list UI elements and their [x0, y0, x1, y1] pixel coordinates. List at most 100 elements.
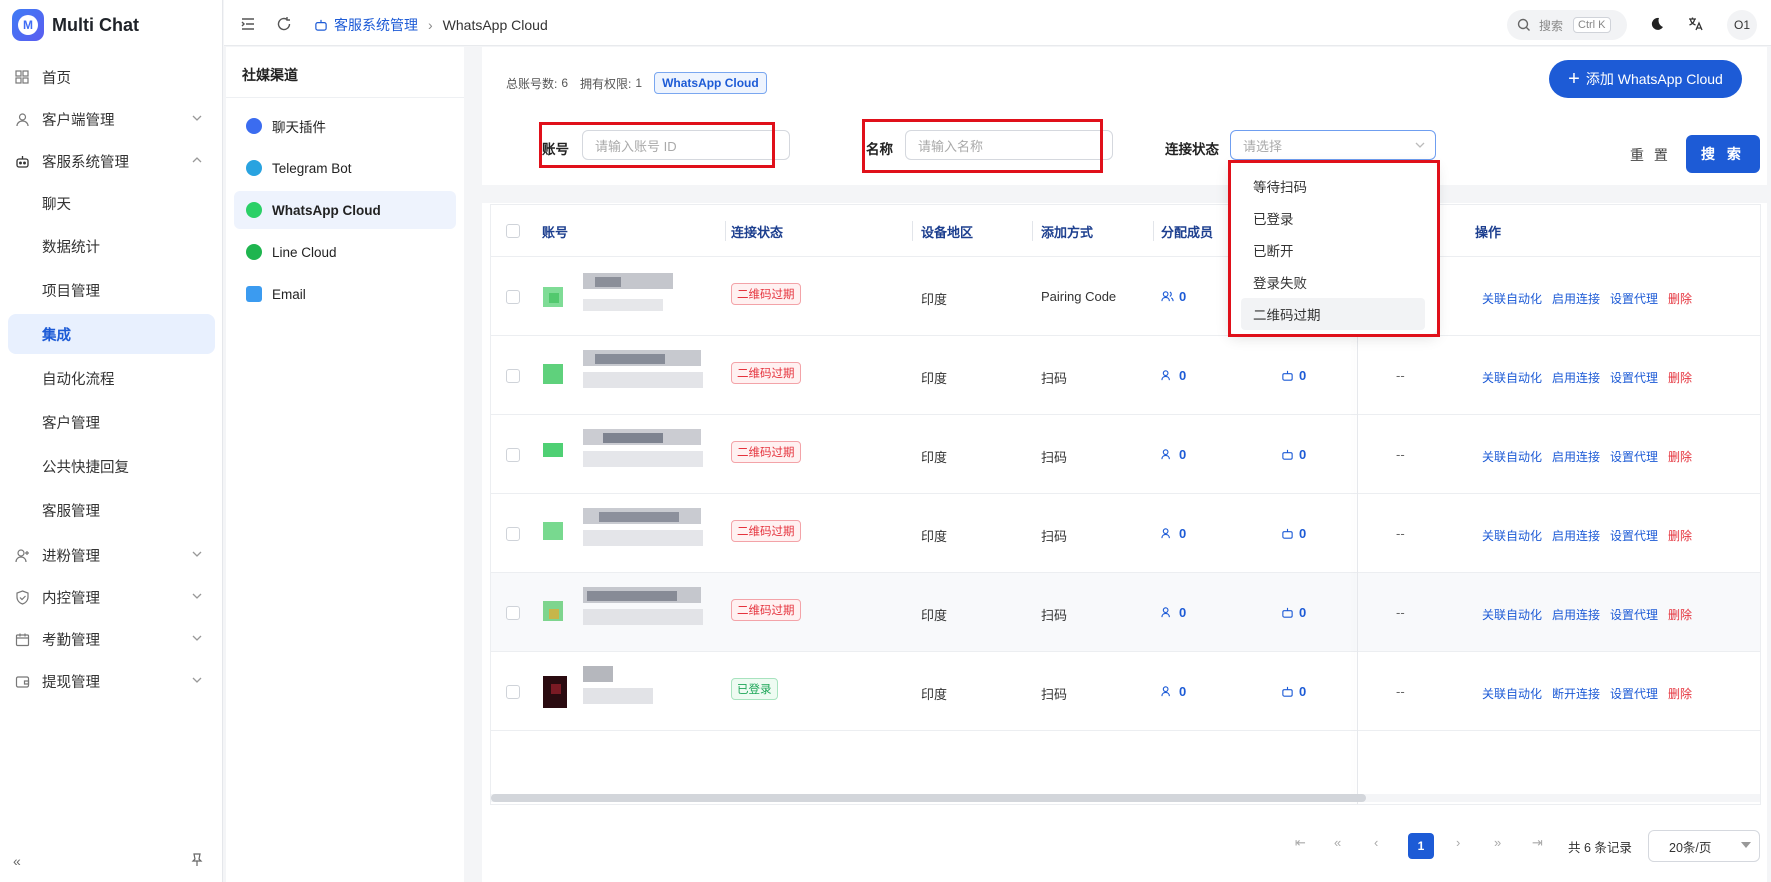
breadcrumb-parent[interactable]: 客服系统管理: [334, 15, 418, 35]
channel-whatsapp-cloud[interactable]: WhatsApp Cloud: [234, 191, 456, 229]
delete-button[interactable]: 删除: [1668, 290, 1692, 307]
row-checkbox[interactable]: [506, 369, 520, 383]
bots-count[interactable]: 0: [1281, 447, 1306, 462]
first-page-icon[interactable]: ⇤: [1295, 835, 1306, 851]
sidebar-item-projects[interactable]: 项目管理: [8, 270, 215, 310]
refresh-icon[interactable]: [276, 16, 292, 32]
brand[interactable]: M Multi Chat: [12, 8, 139, 42]
sidebar-item-withdrawal[interactable]: 提现管理: [8, 661, 215, 701]
horizontal-scrollbar[interactable]: [491, 794, 1760, 802]
sidebar-item-cs-system[interactable]: 客服系统管理: [8, 141, 215, 181]
members-count[interactable]: 0: [1161, 368, 1186, 383]
sidebar-item-customers[interactable]: 客户管理: [8, 402, 215, 442]
link-automation[interactable]: 关联自动化: [1482, 685, 1542, 702]
prev-page-icon[interactable]: ‹: [1374, 835, 1378, 850]
dark-mode-icon[interactable]: [1649, 16, 1665, 32]
enable-connection[interactable]: 启用连接: [1552, 527, 1600, 544]
delete-button[interactable]: 删除: [1668, 685, 1692, 702]
sidebar-item-client-mgmt[interactable]: 客户端管理: [8, 99, 215, 139]
enable-connection[interactable]: 启用连接: [1552, 448, 1600, 465]
set-proxy[interactable]: 设置代理: [1610, 685, 1658, 702]
sidebar-item-agents[interactable]: 客服管理: [8, 490, 215, 530]
channel-telegram-bot[interactable]: Telegram Bot: [234, 149, 456, 187]
enable-connection[interactable]: 启用连接: [1552, 369, 1600, 386]
sidebar-item-chat[interactable]: 聊天: [8, 183, 215, 223]
bots-count[interactable]: 0: [1281, 526, 1306, 541]
menu-fold-icon[interactable]: [240, 16, 256, 32]
sidebar-item-quick-reply[interactable]: 公共快捷回复: [8, 446, 215, 486]
region-cell: 印度: [921, 687, 948, 702]
members-count[interactable]: 0: [1161, 526, 1186, 541]
sidebar-item-internal-control[interactable]: 内控管理: [8, 577, 215, 617]
region-cell: 印度: [921, 292, 948, 307]
bots-count[interactable]: 0: [1281, 684, 1306, 699]
members-count[interactable]: 0: [1161, 447, 1186, 462]
set-proxy[interactable]: 设置代理: [1610, 448, 1658, 465]
page-size-select[interactable]: 20条/页: [1648, 830, 1760, 862]
highlight-box-status: [1228, 160, 1440, 337]
row-checkbox[interactable]: [506, 527, 520, 541]
row-checkbox[interactable]: [506, 685, 520, 699]
set-proxy[interactable]: 设置代理: [1610, 606, 1658, 623]
add-whatsapp-cloud-button[interactable]: + 添加 WhatsApp Cloud: [1549, 60, 1742, 98]
sidebar-item-home[interactable]: 首页: [8, 57, 215, 97]
sidebar-item-integration[interactable]: 集成: [8, 314, 215, 354]
prev-group-icon[interactable]: «: [1334, 835, 1341, 850]
select-all-checkbox[interactable]: [506, 224, 520, 238]
global-search[interactable]: 搜索 Ctrl K: [1507, 10, 1627, 40]
set-proxy[interactable]: 设置代理: [1610, 527, 1658, 544]
table-row[interactable]: 已登录 印度 扫码 0 0 -- 关联自动化 断开连接 设置代理 删除: [491, 652, 1760, 731]
table-row[interactable]: 二维码过期 印度 Pairing Code 0 关联自动化 启用连接 设置代理 删除: [491, 257, 1760, 336]
extra-cell: --: [1396, 526, 1405, 541]
link-automation[interactable]: 关联自动化: [1482, 527, 1542, 544]
chevron-down-icon: [1415, 142, 1425, 148]
delete-button[interactable]: 删除: [1668, 527, 1692, 544]
link-automation[interactable]: 关联自动化: [1482, 290, 1542, 307]
table-row[interactable]: 二维码过期 印度 扫码 0 0 -- 关联自动化 启用连接 设置代理 删除: [491, 415, 1760, 494]
translate-icon[interactable]: [1687, 16, 1703, 32]
link-automation[interactable]: 关联自动化: [1482, 448, 1542, 465]
row-checkbox[interactable]: [506, 448, 520, 462]
status-select[interactable]: 请选择: [1230, 130, 1436, 160]
sidebar-item-attendance[interactable]: 考勤管理: [8, 619, 215, 659]
search-button[interactable]: 搜 索: [1686, 135, 1760, 173]
next-group-icon[interactable]: »: [1494, 835, 1501, 850]
sidebar-item-stats[interactable]: 数据统计: [8, 226, 215, 266]
link-automation[interactable]: 关联自动化: [1482, 606, 1542, 623]
sidebar-item-automation[interactable]: 自动化流程: [8, 358, 215, 398]
members-count[interactable]: 0: [1161, 684, 1186, 699]
enable-connection[interactable]: 启用连接: [1552, 606, 1600, 623]
channel-email[interactable]: Email: [234, 275, 456, 313]
row-checkbox[interactable]: [506, 290, 520, 304]
users-icon: [1161, 528, 1170, 539]
set-proxy[interactable]: 设置代理: [1610, 369, 1658, 386]
channel-line-cloud[interactable]: Line Cloud: [234, 233, 456, 271]
table-row[interactable]: 二维码过期 印度 扫码 0 0 -- 关联自动化 启用连接 设置代理 删除: [491, 573, 1760, 652]
next-page-icon[interactable]: ›: [1456, 835, 1460, 850]
collapse-sidebar-icon[interactable]: «: [13, 853, 31, 871]
delete-button[interactable]: 删除: [1668, 448, 1692, 465]
delete-button[interactable]: 删除: [1668, 606, 1692, 623]
last-page-icon[interactable]: ⇥: [1532, 835, 1543, 851]
method-cell: 扫码: [1041, 450, 1068, 465]
reset-button[interactable]: 重 置: [1630, 145, 1671, 165]
bots-count[interactable]: 0: [1281, 368, 1306, 383]
avatar[interactable]: O1: [1727, 10, 1757, 40]
page-1[interactable]: 1: [1408, 833, 1434, 859]
sidebar-item-leads[interactable]: 进粉管理: [8, 535, 215, 575]
scrollbar-thumb[interactable]: [491, 794, 1366, 802]
enable-connection[interactable]: 启用连接: [1552, 290, 1600, 307]
set-proxy[interactable]: 设置代理: [1610, 290, 1658, 307]
pin-icon[interactable]: [190, 853, 208, 871]
channel-chat-plugin[interactable]: 聊天插件: [234, 107, 456, 145]
robot-icon: [1282, 449, 1293, 460]
members-count[interactable]: 0: [1161, 605, 1186, 620]
table-row[interactable]: 二维码过期 印度 扫码 0 0 -- 关联自动化 启用连接 设置代理 删除: [491, 494, 1760, 573]
table-row[interactable]: 二维码过期 印度 扫码 0 0 -- 关联自动化 启用连接 设置代理 删除: [491, 336, 1760, 415]
members-count[interactable]: 0: [1161, 289, 1186, 304]
link-automation[interactable]: 关联自动化: [1482, 369, 1542, 386]
row-checkbox[interactable]: [506, 606, 520, 620]
bots-count[interactable]: 0: [1281, 605, 1306, 620]
delete-button[interactable]: 删除: [1668, 369, 1692, 386]
disconnect-button[interactable]: 断开连接: [1552, 685, 1600, 702]
